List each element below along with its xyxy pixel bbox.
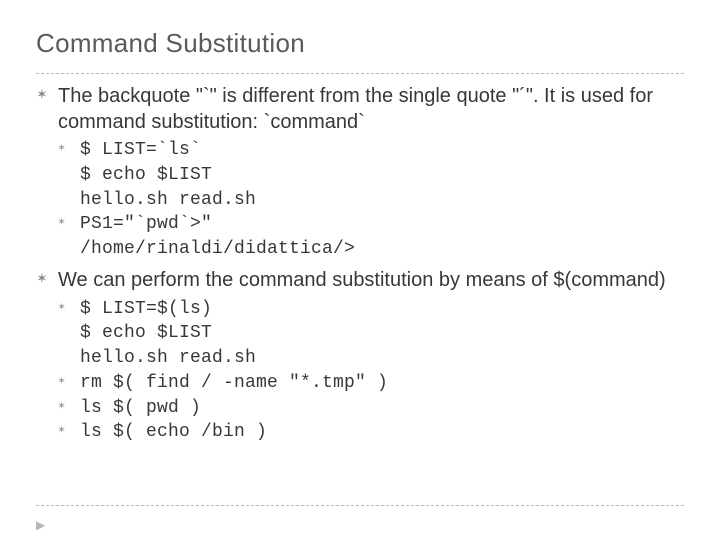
paragraph-text: We can perform the command substitution … [58,269,666,291]
code-line: $ LIST=`ls` [58,139,684,163]
page-title: Command Substitution [36,28,684,59]
slide: Command Substitution The backquote "`" i… [0,0,720,540]
code-line: rm $( find / -name "*.tmp" ) [58,372,684,396]
code-line: PS1="`pwd`>" [58,213,684,237]
content-list: The backquote "`" is different from the … [36,84,684,445]
footer-divider [36,505,684,506]
code-line: $ echo $LIST [58,164,684,188]
paragraph-dollar-paren: We can perform the command substitution … [36,268,684,445]
code-line: $ echo $LIST [58,322,684,346]
paragraph-backquote: The backquote "`" is different from the … [36,84,684,262]
code-line: /home/rinaldi/didattica/> [58,238,684,262]
code-line: $ LIST=$(ls) [58,298,684,322]
code-line: hello.sh read.sh [58,347,684,371]
paragraph-text: The backquote "`" is different from the … [58,85,653,133]
code-line: hello.sh read.sh [58,189,684,213]
next-arrow-icon: ▶ [36,518,45,532]
title-divider [36,73,684,74]
code-block-2: $ LIST=$(ls) $ echo $LIST hello.sh read.… [58,298,684,446]
code-block-1: $ LIST=`ls` $ echo $LIST hello.sh read.s… [58,139,684,262]
code-line: ls $( pwd ) [58,397,684,421]
code-line: ls $( echo /bin ) [58,421,684,445]
